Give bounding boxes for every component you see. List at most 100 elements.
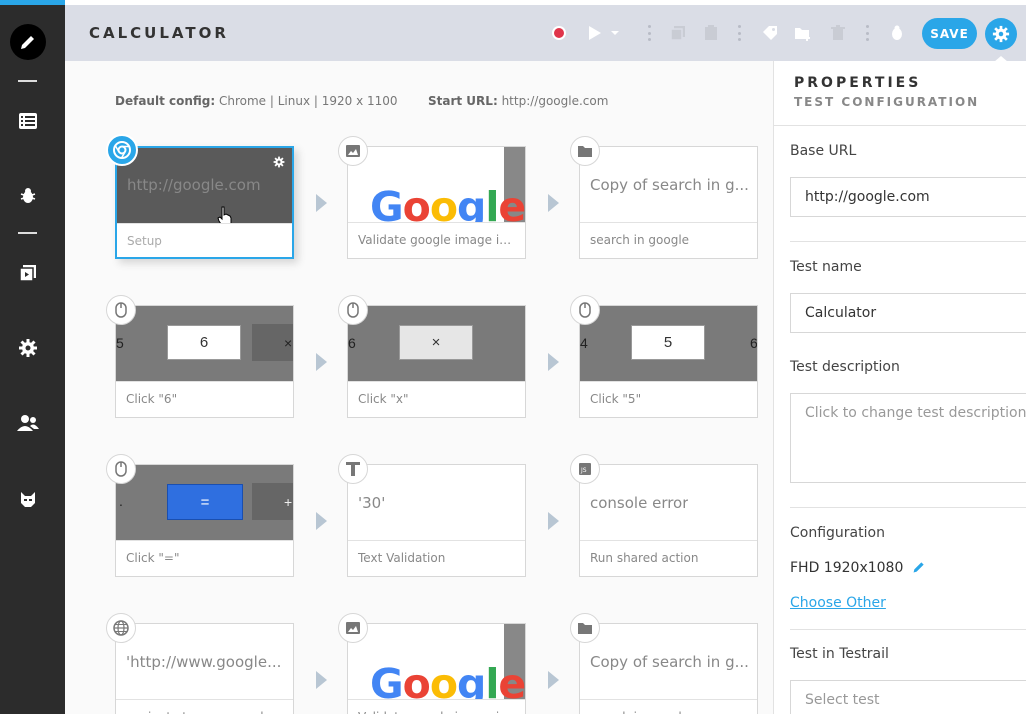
step-card[interactable]: http://google.com Setup [115,146,294,259]
top-header: CALCULATOR SAVE [65,5,1026,62]
step-label: Validate google image is ... [348,699,525,714]
step-label: navigate to www.google... [116,699,293,714]
step-thumbnail: 5 6 × [116,306,293,381]
page-title: CALCULATOR [89,24,229,42]
folder-icon [570,613,600,643]
divider [790,629,1026,630]
calc-digit: . [119,493,123,509]
flow-arrow [316,353,327,371]
step-card[interactable]: 5 6 × Click "6" [115,305,294,418]
step-card[interactable]: Google Validate google image is ... [347,623,526,714]
left-sidebar [0,0,65,714]
team-icon[interactable] [10,405,46,441]
step-label: Click "=" [116,540,293,577]
pencil-icon[interactable] [912,560,926,574]
chevron-down-icon[interactable] [609,23,621,43]
mask-icon[interactable] [10,481,46,517]
calc-digit: × [284,335,293,351]
flow-arrow [316,671,327,689]
calc-digit: 4 [580,335,588,351]
step-card[interactable]: . = + Click "=" [115,464,294,577]
step-label: Click "6" [116,381,293,418]
step-card[interactable]: 4 5 6 Click "5" [579,305,758,418]
step-label: search in google [580,699,757,714]
step-thumbnail: Copy of search in g... [580,147,757,222]
add-folder-icon[interactable] [793,23,813,43]
base-url-label: Base URL [790,143,857,159]
default-config: Default config: Chrome | Linux | 1920 x … [115,94,398,108]
choose-other-link[interactable]: Choose Other [790,595,886,611]
step-card[interactable]: Copy of search in g... search in google [579,623,758,714]
step-label: search in google [580,222,757,259]
test-name-input[interactable]: Calculator [790,293,1026,333]
test-description-label: Test description [790,359,900,375]
flow-arrow [316,194,327,212]
step-thumbnail: Google [348,624,525,699]
step-thumb-text: 'http://www.google... [126,653,282,671]
calc-digit: 5 [116,335,124,351]
step-thumb-text: '30' [358,494,386,512]
step-thumbnail: 6 × [348,306,525,381]
sidebar-divider [18,232,37,234]
step-thumb-text: Copy of search in g... [590,653,749,671]
edit-icon[interactable] [10,24,46,60]
play-icon[interactable] [585,23,605,43]
tag-icon[interactable] [760,23,780,43]
default-config-value: Chrome | Linux | 1920 x 1100 [219,94,398,108]
gear-icon[interactable] [273,156,285,168]
flow-arrow [548,512,559,530]
calc-digit: 6 [348,335,356,351]
paste-icon[interactable] [701,23,721,43]
step-label: Run shared action [580,540,757,577]
more-icon[interactable] [737,25,741,41]
image-icon [338,136,368,166]
js-icon: JS [570,454,600,484]
flow-arrow [548,353,559,371]
calc-key: = [167,484,243,520]
step-label: Validate google image is ... [348,222,525,259]
bug-icon[interactable] [10,178,46,214]
step-card[interactable]: Google Validate google image is ... [347,146,526,259]
step-card[interactable]: 'http://www.google... navigate to www.go… [115,623,294,714]
step-card[interactable]: '30' Text Validation [347,464,526,577]
hand-cursor-icon [217,206,232,223]
calc-digit: 6 [750,335,757,351]
configuration-value: FHD 1920x1080 [790,560,926,576]
testrail-select[interactable]: Select test [790,680,1026,714]
calc-key: 6 [167,325,241,360]
settings-icon[interactable] [10,330,46,366]
more-icon[interactable] [647,25,651,41]
step-thumbnail: Google [348,147,525,222]
step-thumbnail: console error [580,465,757,540]
step-card[interactable]: 6 × Click "x" [347,305,526,418]
mouse-icon [106,454,136,484]
calc-key: × [399,325,473,360]
sidebar-divider [18,80,37,82]
copy-icon[interactable] [668,23,688,43]
test-description-textarea[interactable]: Click to change test description [790,393,1026,483]
step-card[interactable]: console error Run shared action [579,464,758,577]
image-icon [338,613,368,643]
folder-icon [570,136,600,166]
test-name-label: Test name [790,259,862,275]
record-icon[interactable] [549,23,569,43]
mouse-icon [338,295,368,325]
configuration-value-text: FHD 1920x1080 [790,560,904,576]
calc-digit: + [284,494,293,510]
step-thumb-text: Copy of search in g... [590,176,749,194]
flow-arrow [548,671,559,689]
trash-icon[interactable] [828,23,848,43]
suites-icon[interactable] [10,255,46,291]
step-card[interactable]: Copy of search in g... search in google [579,146,758,259]
save-button[interactable]: SAVE [922,18,977,49]
google-logo: Google [370,660,525,700]
globe-icon [106,613,136,643]
base-url-input[interactable]: http://google.com [790,177,1026,217]
more-icon[interactable] [865,25,869,41]
step-thumbnail: '30' [348,465,525,540]
list-icon[interactable] [10,103,46,139]
gear-icon[interactable] [985,18,1017,50]
step-thumbnail: Copy of search in g... [580,624,757,699]
bug-icon[interactable] [887,23,907,43]
step-thumb-text: http://google.com [127,176,261,194]
